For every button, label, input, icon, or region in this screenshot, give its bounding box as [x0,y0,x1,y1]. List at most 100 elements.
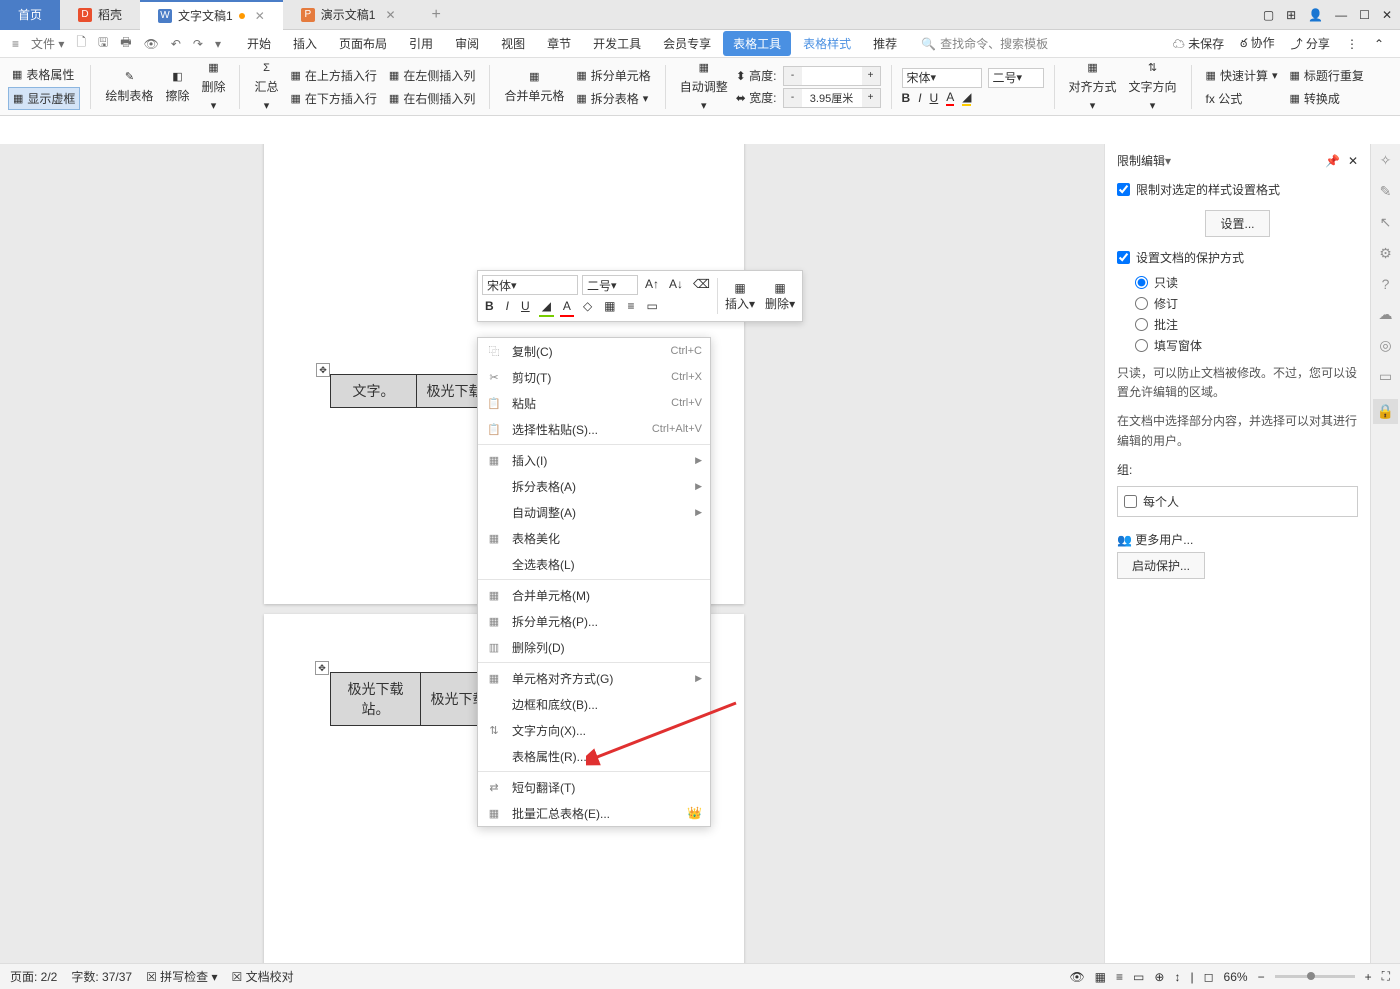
maximize-icon[interactable]: ☐ [1359,8,1370,22]
insert-below-button[interactable]: ▦ 在下方插入行 [286,88,380,109]
sb-pen-icon[interactable]: ✎ [1380,183,1392,200]
menu-ref[interactable]: 引用 [399,31,443,56]
view-focus-icon[interactable]: ↕ [1174,970,1180,984]
insert-left-button[interactable]: ▦ 在左侧插入列 [385,65,479,86]
view-read-icon[interactable]: ▭ [1133,970,1144,984]
pin-icon[interactable]: 📌 [1325,154,1340,168]
ctx-translate[interactable]: ⇄短句翻译(T) [478,774,710,800]
unsaved-button[interactable]: ☁ 未保存 [1173,35,1224,52]
clear-format-icon[interactable]: ⌫ [690,275,713,295]
apps-icon[interactable]: ⊞ [1286,8,1296,22]
view-outline-icon[interactable]: ≡ [1116,970,1123,984]
sb-settings-icon[interactable]: ⚙ [1379,245,1392,262]
zoom-slider[interactable] [1275,975,1355,978]
merge-button[interactable]: ▦合并单元格 [500,68,568,106]
radio-comment[interactable]: 批注 [1135,316,1358,333]
mt-delete[interactable]: ▦删除▾ [762,279,798,314]
limit-styles-checkbox[interactable]: 限制对选定的样式设置格式 [1117,181,1358,198]
ctx-cell-align[interactable]: ▦单元格对齐方式(G)▶ [478,665,710,691]
sb-location-icon[interactable]: ◎ [1379,337,1391,354]
eye-icon[interactable]: 👁 [1069,970,1084,984]
protect-method-checkbox[interactable]: 设置文档的保护方式 [1117,249,1358,266]
status-spell[interactable]: ☒ 拼写检查 ▾ [146,968,217,985]
width-stepper[interactable]: -+ [783,88,881,108]
menu-tabletools[interactable]: 表格工具 [723,31,791,56]
ctx-paste-special[interactable]: 📋选择性粘贴(S)...Ctrl+Alt+V [478,416,710,442]
settings-button[interactable]: 设置... [1205,210,1269,237]
window-mode-icon[interactable]: ▢ [1263,8,1274,22]
tab-home[interactable]: 首页 [0,0,60,30]
start-protect-button[interactable]: 启动保护... [1117,552,1205,579]
ctx-copy[interactable]: ⿻复制(C)Ctrl+C [478,338,710,364]
save2-icon[interactable]: 🖫 [94,30,112,57]
draw-table-button[interactable]: ✎绘制表格 [101,68,157,106]
menu-icon[interactable]: ≡ [8,34,23,54]
split-cell-button[interactable]: ▦ 拆分单元格 [572,65,654,86]
mt-size-select[interactable]: 二号 ▾ [582,275,638,295]
undo-icon[interactable]: ↶ [167,34,185,54]
zoom-value[interactable]: 66% [1224,970,1248,984]
menu-start[interactable]: 开始 [237,31,281,56]
menu-insert[interactable]: 插入 [283,31,327,56]
print-icon[interactable]: 🖶 [116,30,135,57]
formula-button[interactable]: fx 公式 [1202,88,1282,109]
grow-font-icon[interactable]: A↑ [642,275,662,295]
height-stepper[interactable]: -+ [783,66,881,86]
show-border-button[interactable]: ▦ 显示虚框 [8,87,80,110]
view-web-icon[interactable]: ⊕ [1154,970,1164,984]
status-page[interactable]: 页面: 2/2 [10,968,57,985]
collapse-ribbon[interactable]: ⌃ [1374,37,1384,51]
close-icon[interactable]: ✕ [255,9,265,23]
font-select[interactable]: 宋体 ▾ [902,68,982,88]
table-props-button[interactable]: ▦ 表格属性 [8,64,80,85]
close-panel-icon[interactable]: ✕ [1348,154,1358,168]
ctx-table-props[interactable]: 表格属性(R)... [478,743,710,769]
more-users-link[interactable]: 👥 更多用户... [1117,533,1193,547]
zoom-out[interactable]: − [1258,970,1265,984]
sb-cloud-icon[interactable]: ☁ [1379,306,1393,323]
tab-shell[interactable]: D稻壳 [60,0,140,30]
ctx-merge[interactable]: ▦合并单元格(M) [478,582,710,608]
bold-button[interactable]: B [902,91,911,105]
ctx-delete-col[interactable]: ▥删除列(D) [478,634,710,660]
view-print-icon[interactable]: ▦ [1095,970,1106,984]
mt-italic[interactable]: I [503,297,512,317]
menu-review[interactable]: 审阅 [445,31,489,56]
status-proof[interactable]: ☒ 文档校对 [232,968,294,985]
insert-above-button[interactable]: ▦ 在上方插入行 [286,65,380,86]
summary-button[interactable]: Σ汇总▾ [250,60,282,114]
fullscreen-icon[interactable]: ⛶ [1382,969,1390,984]
menu-page[interactable]: 页面布局 [329,31,397,56]
redo-icon[interactable]: ↷ [189,34,207,54]
menu-chapter[interactable]: 章节 [537,31,581,56]
menu-dev[interactable]: 开发工具 [583,31,651,56]
sb-help-icon[interactable]: ? [1382,276,1390,292]
more-menu[interactable]: ⋮ [1346,37,1358,51]
ctx-batch[interactable]: ▦批量汇总表格(E)... 👑 [478,800,710,826]
ctx-split-cell[interactable]: ▦拆分单元格(P)... [478,608,710,634]
shrink-font-icon[interactable]: A↓ [666,275,686,295]
table-move-handle[interactable]: ✥ [316,363,330,377]
menu-member[interactable]: 会员专享 [653,31,721,56]
minimize-icon[interactable]: — [1335,8,1347,22]
preview-icon[interactable]: 👁 [140,34,163,54]
titlerow-button[interactable]: ▦ 标题行重复 [1286,65,1368,86]
ctx-textdir[interactable]: ⇅文字方向(X)... [478,717,710,743]
mt-border[interactable]: ▦ [601,297,618,317]
fastcalc-button[interactable]: ▦ 快速计算▾ [1202,65,1282,86]
ctx-beautify[interactable]: ▦表格美化 [478,525,710,551]
sb-lock-icon[interactable]: 🔒 [1373,399,1398,424]
convert-button[interactable]: ▦ 转换成 [1286,88,1368,109]
mt-bold[interactable]: B [482,297,497,317]
tab-doc1[interactable]: W文字文稿1✕ [140,0,283,30]
textdir-button[interactable]: ⇅文字方向▾ [1125,59,1181,114]
menu-tablestyle[interactable]: 表格样式 [793,31,861,56]
tab-doc2[interactable]: P演示文稿1✕ [283,0,414,30]
mt-insert[interactable]: ▦插入▾ [722,279,758,314]
zoom-in[interactable]: + [1365,970,1372,984]
delete-button[interactable]: ▦删除▾ [197,59,229,114]
radio-readonly[interactable]: 只读 [1135,274,1358,291]
radio-revision[interactable]: 修订 [1135,295,1358,312]
ctx-paste[interactable]: 📋粘贴Ctrl+V [478,390,710,416]
mt-underline[interactable]: U [518,297,533,317]
